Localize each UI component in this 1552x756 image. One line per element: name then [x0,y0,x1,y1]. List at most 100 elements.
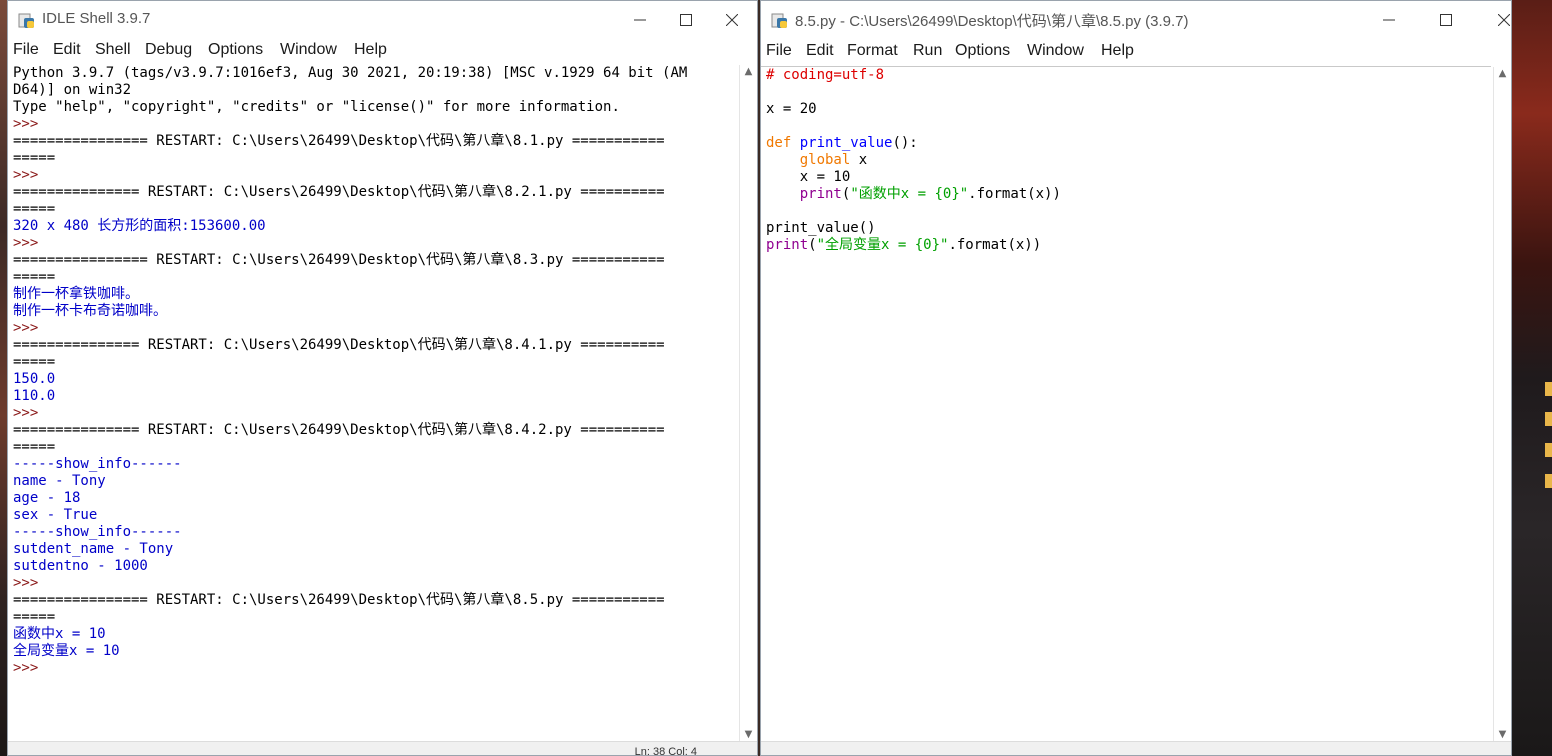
shell-output-line: 函数中x = 10 [13,626,106,642]
desktop-icon-fragment[interactable] [1545,382,1552,396]
shell-output-line: ===== [13,269,56,285]
shell-output-line: 制作一杯卡布奇诺咖啡。 [13,303,167,319]
shell-output-line: =============== RESTART: C:\Users\26499\… [13,337,665,353]
shell-menu-edit[interactable]: Edit [53,41,81,59]
shell-menubar: File Edit Shell Debug Options Window Hel… [8,39,757,63]
shell-output-line: =============== RESTART: C:\Users\26499\… [13,422,665,438]
code-line: print("全局变量x = {0}".format(x)) [766,237,1491,254]
shell-maximize-button[interactable] [663,1,709,39]
code-line: global x [766,152,1491,169]
shell-prompt-line: >>> [13,235,47,251]
shell-menu-file[interactable]: File [13,41,39,59]
idle-editor-window[interactable]: 8.5.py - C:\Users\26499\Desktop\代码\第八章\8… [760,0,1512,756]
shell-output-area[interactable]: Python 3.9.7 (tags/v3.9.7:1016ef3, Aug 3… [8,65,738,742]
shell-menu-options[interactable]: Options [208,41,263,59]
editor-menu-format[interactable]: Format [847,42,898,60]
editor-menu-file[interactable]: File [766,42,792,60]
code-token: # coding=utf-8 [766,67,885,83]
maximize-icon [680,14,692,26]
shell-output-line: -----show_info------ [13,524,182,540]
python-idle-icon [18,13,34,28]
code-token: "函数中x = {0}" [850,186,969,202]
code-token: x [850,152,868,168]
shell-output-line: 全局变量x = 10 [13,643,120,659]
editor-window-title: 8.5.py - C:\Users\26499\Desktop\代码\第八章\8… [795,13,1189,30]
shell-output-line: ================ RESTART: C:\Users\26499… [13,133,665,149]
editor-menu-window[interactable]: Window [1027,42,1084,60]
editor-close-button[interactable] [1481,1,1511,39]
code-line: print_value() [766,220,1491,237]
shell-menu-shell[interactable]: Shell [95,41,131,59]
code-token: x = 20 [766,101,817,117]
code-line: x = 20 [766,101,1491,118]
scroll-up-icon[interactable]: ▲ [740,65,757,79]
shell-output-line: ================ RESTART: C:\Users\26499… [13,592,665,608]
shell-prompt-line: >>> [13,660,47,676]
code-token: .format(x)) [948,237,1042,253]
shell-output-line: age - 18 [13,490,81,506]
shell-output-line: ===== [13,201,56,217]
shell-menu-debug[interactable]: Debug [145,41,192,59]
desktop-icon-fragment[interactable] [1545,412,1552,426]
shell-prompt-line: >>> [13,405,47,421]
editor-menu-run[interactable]: Run [913,42,942,60]
code-token: print [799,186,842,202]
code-token: global [799,152,851,168]
shell-output-line: 制作一杯拿铁咖啡。 [13,286,139,302]
minimize-icon [634,19,646,21]
scroll-up-icon[interactable]: ▲ [1494,67,1511,81]
editor-statusbar [761,741,1511,755]
shell-titlebar[interactable]: IDLE Shell 3.9.7 [8,1,757,39]
code-token: print_value() [766,220,876,236]
maximize-icon [1440,14,1452,26]
editor-maximize-button[interactable] [1423,1,1469,39]
editor-minimize-button[interactable] [1366,1,1412,39]
editor-menu-options[interactable]: Options [955,42,1010,60]
code-token: ( [808,237,817,253]
python-file-icon [771,13,787,28]
code-line: print("函数中x = {0}".format(x)) [766,186,1491,203]
scroll-down-icon[interactable]: ▼ [1494,728,1511,742]
shell-prompt-line: >>> [13,575,47,591]
shell-prompt-line: >>> [13,320,47,336]
code-token: x = 10 [766,169,851,185]
editor-code-area[interactable]: # coding=utf-8 x = 20 def print_value(): g… [761,66,1491,742]
code-line: x = 10 [766,169,1491,186]
code-token: .format(x)) [968,186,1061,202]
shell-output-line: ================ RESTART: C:\Users\26499… [13,252,665,268]
shell-output-line: sex - True [13,507,98,523]
scroll-down-icon[interactable]: ▼ [740,728,757,742]
code-line: def print_value(): [766,135,1491,152]
shell-output-line: Type "help", "copyright", "credits" or "… [13,99,620,115]
shell-output-line: ===== [13,150,56,166]
editor-menu-help[interactable]: Help [1101,42,1134,60]
shell-menu-window[interactable]: Window [280,41,337,59]
shell-output-line: D64)] on win32 [13,82,132,98]
shell-vertical-scrollbar[interactable]: ▲ ▼ [739,65,757,742]
shell-minimize-button[interactable] [617,1,663,39]
code-token: print [766,237,809,253]
code-line: # coding=utf-8 [766,67,1491,84]
editor-titlebar[interactable]: 8.5.py - C:\Users\26499\Desktop\代码\第八章\8… [761,1,1511,39]
desktop-icon-fragment[interactable] [1545,443,1552,457]
idle-shell-window[interactable]: IDLE Shell 3.9.7 File Edit Shell Debug O… [7,0,758,756]
shell-output-line: 320 x 480 长方形的面积:153600.00 [13,218,266,234]
close-icon [1498,14,1510,26]
shell-close-button[interactable] [709,1,755,39]
shell-output-line: sutdentno - 1000 [13,558,148,574]
editor-vertical-scrollbar[interactable]: ▲ ▼ [1493,67,1511,742]
shell-cursor-position: Ln: 38 Col: 4 [634,746,697,756]
editor-menu-edit[interactable]: Edit [806,42,834,60]
code-token: "全局变量x = {0}" [816,237,949,253]
shell-output-line: 110.0 [13,388,56,404]
shell-menu-help[interactable]: Help [354,41,387,59]
code-token: def [766,135,792,151]
desktop-icon-fragment[interactable] [1545,474,1552,488]
shell-output-line: 150.0 [13,371,56,387]
